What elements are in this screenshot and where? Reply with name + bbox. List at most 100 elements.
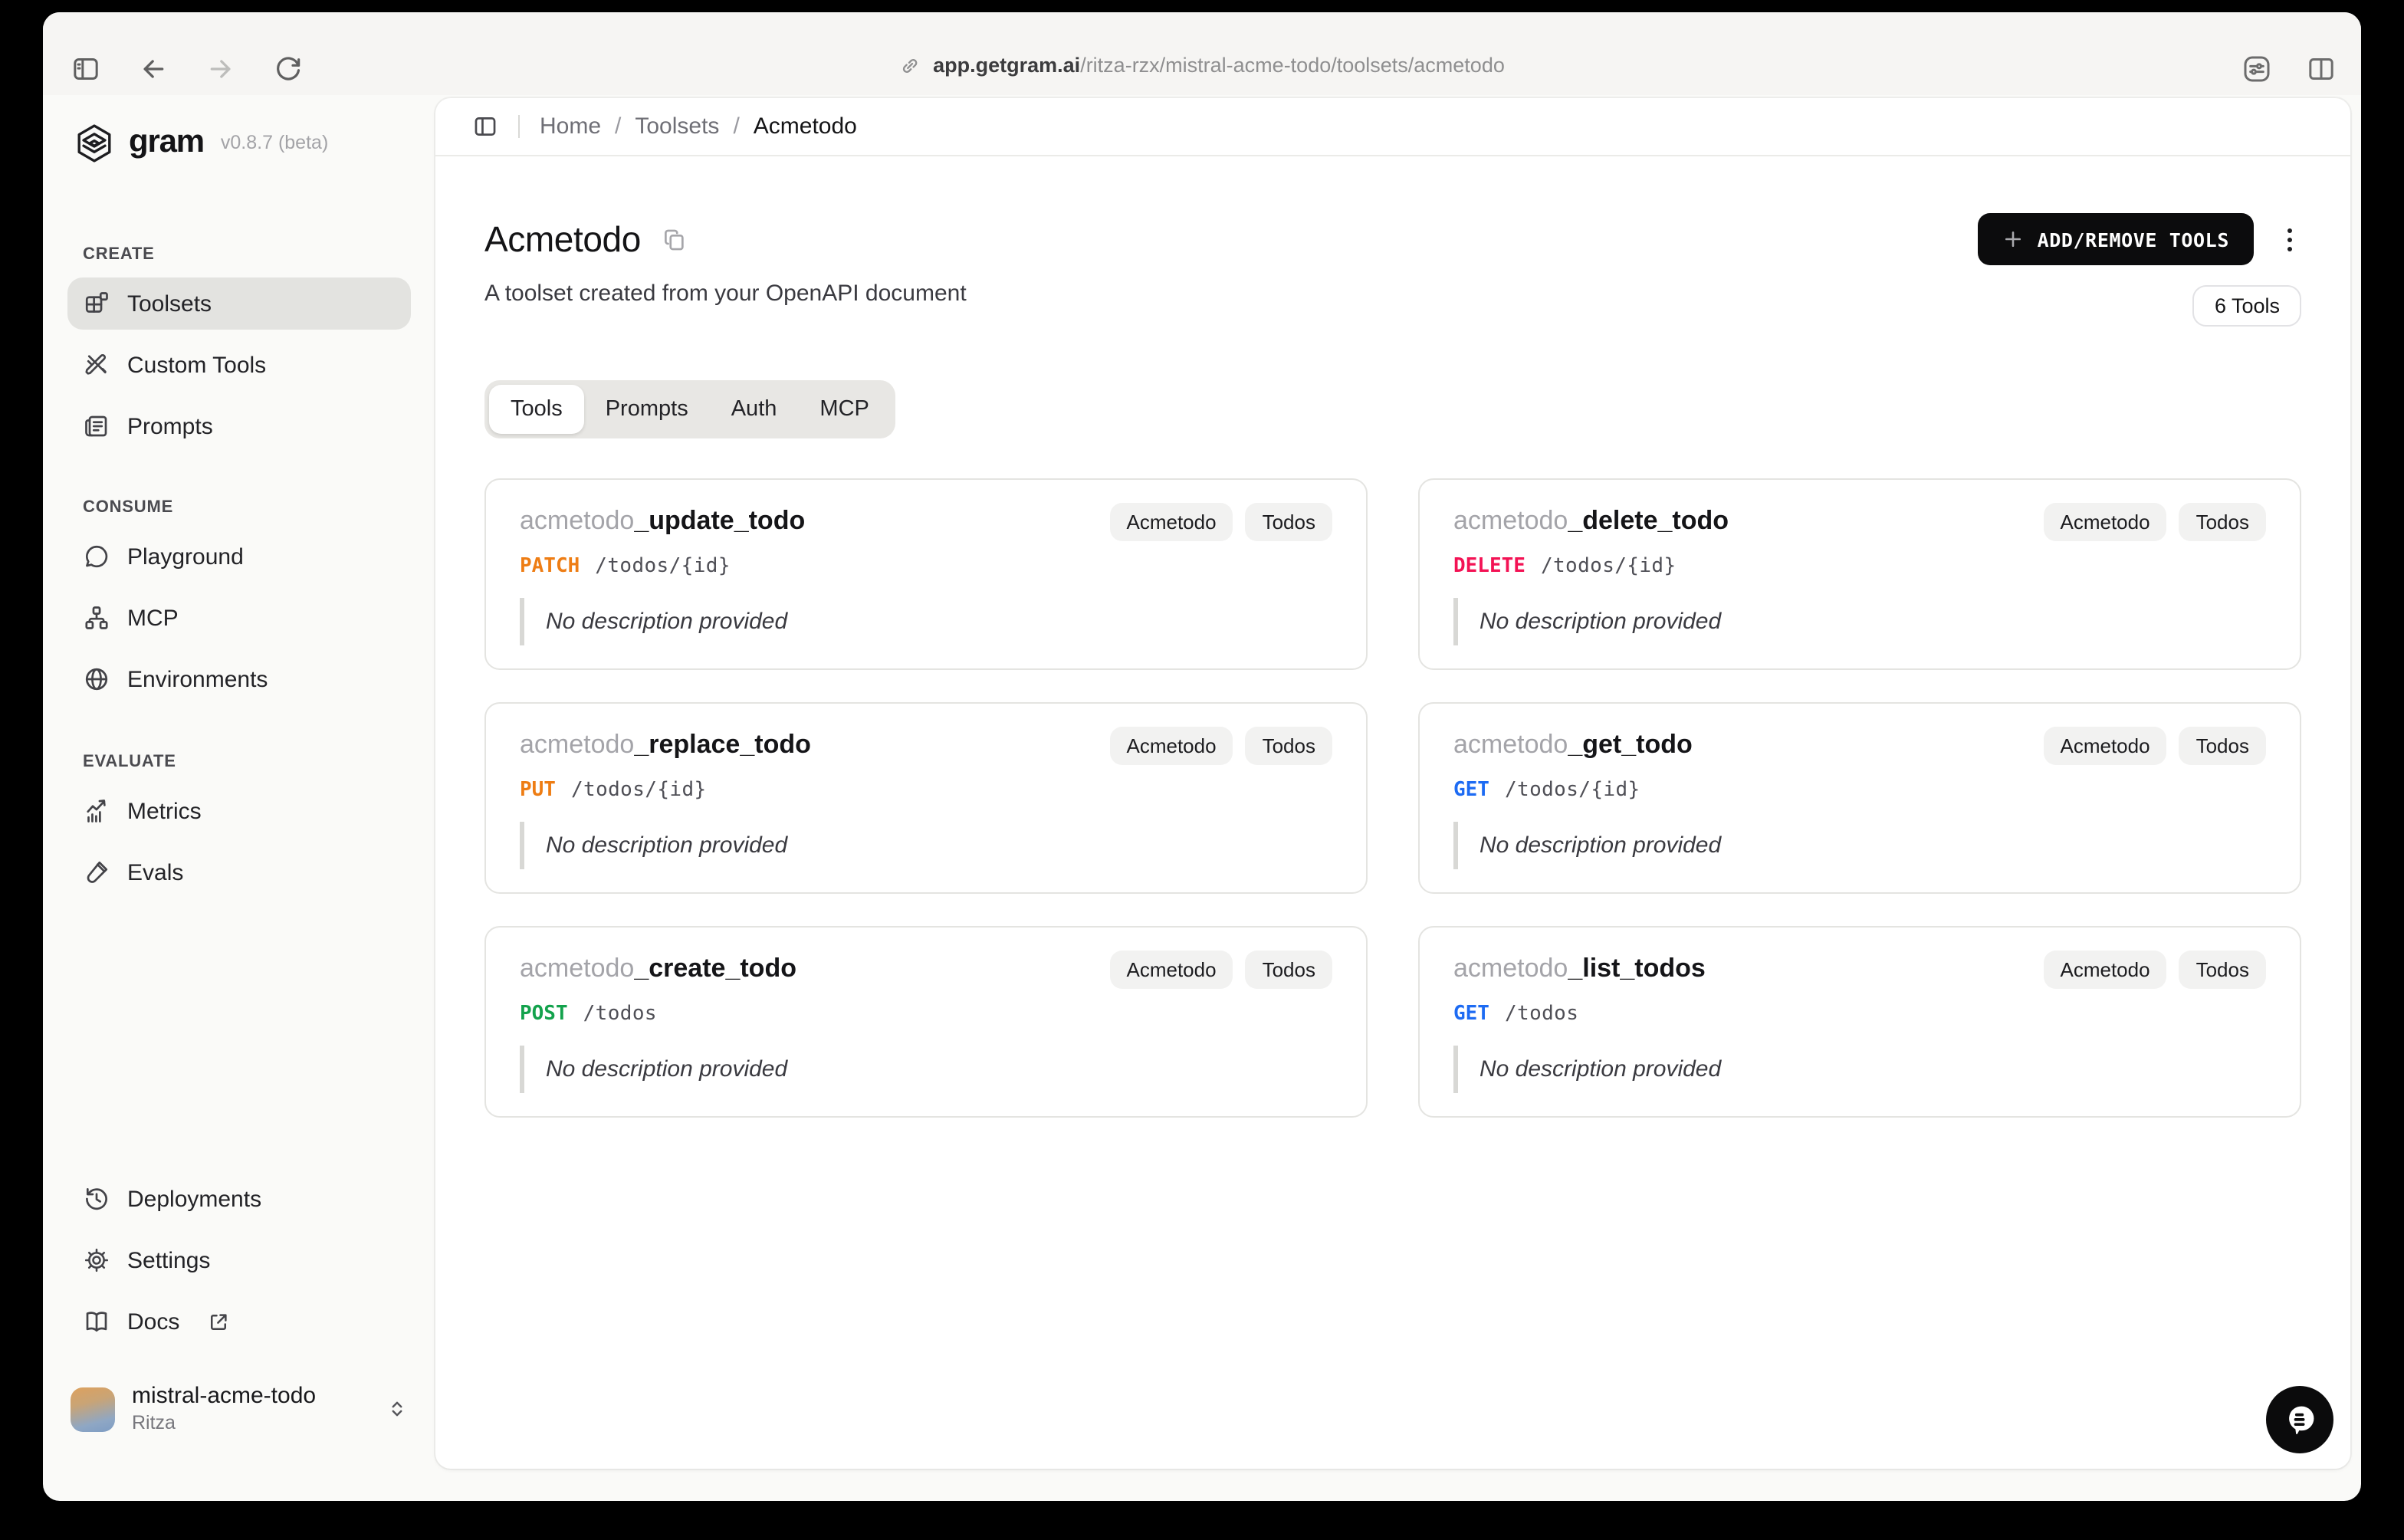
link-icon [902,57,918,73]
breadcrumb-home[interactable]: Home [540,113,601,140]
sidebar-item-docs[interactable]: Docs [67,1295,411,1348]
http-route: GET/todos [1453,1003,1579,1026]
tool-card-list-todos[interactable]: acmetodo_list_todos Acmetodo Todos GET/to… [1418,926,2301,1118]
workspace-name: mistral-acme-todo [132,1383,317,1410]
sidebar-item-deployments[interactable]: Deployments [67,1173,411,1225]
tool-card-delete-todo[interactable]: acmetodo_delete_todo Acmetodo Todos DELET… [1418,478,2301,670]
sidebar-item-metrics[interactable]: Metrics [67,785,411,837]
sidebar-item-label: Prompts [127,413,213,439]
sidebar-item-label: Toolsets [127,291,212,317]
tool-name: acmetodo_replace_todo [520,730,811,759]
tag-acmetodo[interactable]: Acmetodo [1109,951,1233,989]
sidebar-item-label: Environments [127,666,268,692]
sidebar-item-toolsets[interactable]: Toolsets [67,277,411,330]
section-label-consume: CONSUME [83,498,174,517]
tool-description: No description provided [520,598,1332,645]
sidebar-item-playground[interactable]: Playground [67,530,411,583]
metrics-chart-icon [87,800,106,823]
tab-tools[interactable]: Tools [489,385,584,434]
tag-acmetodo[interactable]: Acmetodo [2043,727,2167,765]
browser-window: app.getgram.ai/ritza-rzx/mistral-acme-to… [43,12,2361,1501]
workspace-avatar [71,1387,115,1431]
app-shell: gram v0.8.7 (beta) CREATE Toolsets Custo… [43,95,2361,1501]
tag-acmetodo[interactable]: Acmetodo [2043,503,2167,541]
sidebar-item-prompts[interactable]: Prompts [67,400,411,452]
divider [518,115,520,138]
http-route: DELETE/todos/{id} [1453,555,1677,578]
sidebar-item-label: Playground [127,543,244,570]
chevron-up-down-icon [392,1401,402,1417]
tool-name: acmetodo_list_todos [1453,954,1706,983]
page-subtitle: A toolset created from your OpenAPI docu… [484,281,967,307]
tool-description: No description provided [1453,822,2266,869]
chat-bubble-icon [2289,1406,2314,1435]
url-path: /ritza-rzx/mistral-acme-todo/toolsets/ac… [1080,54,1505,77]
tag-todos[interactable]: Todos [2179,727,2266,765]
external-link-icon [211,1313,227,1329]
back-button-icon[interactable] [138,54,169,84]
custom-tools-icon [85,353,107,375]
tools-count-badge: 6 Tools [2192,285,2301,327]
reload-button-icon[interactable] [273,54,304,84]
tab-prompts[interactable]: Prompts [584,385,710,434]
forward-button-icon[interactable] [205,54,236,84]
evals-testtube-icon [87,861,108,883]
environments-globe-icon [85,668,108,691]
tool-card-create-todo[interactable]: acmetodo_create_todo Acmetodo Todos POST /… [484,926,1368,1118]
toolsets-icon [85,292,108,313]
tool-card-replace-todo[interactable]: acmetodo_replace_todo Acmetodo Todos PUT /… [484,702,1368,894]
sidebar-item-custom-tools[interactable]: Custom Tools [67,339,411,391]
sidebar-item-environments[interactable]: Environments [67,653,411,705]
tool-name: acmetodo_create_todo [520,954,796,983]
tag-todos[interactable]: Todos [2179,951,2266,989]
breadcrumb-bar: Home / Toolsets / Acmetodo [435,98,2350,156]
split-view-icon[interactable] [2306,54,2337,84]
app-version: v0.8.7 (beta) [220,132,329,153]
collapse-sidebar-icon[interactable] [472,113,498,140]
sidebar-item-label: Docs [127,1309,180,1335]
tab-mcp[interactable]: MCP [798,385,890,434]
http-route: GET/todos/{id} [1453,779,1640,802]
tag-acmetodo[interactable]: Acmetodo [1109,503,1233,541]
breadcrumb-current: Acmetodo [753,113,857,140]
toolbar-actions: ADD/REMOVE TOOLS [1977,213,2301,265]
tag-acmetodo[interactable]: Acmetodo [2043,951,2167,989]
tag-todos[interactable]: Todos [1245,503,1332,541]
http-route: PATCH/todos/{id} [520,555,731,578]
tool-name: acmetodo_update_todo [520,506,806,535]
settings-gear-icon [84,1248,109,1272]
sidebar-item-label: MCP [127,605,179,631]
add-remove-tools-button[interactable]: ADD/REMOVE TOOLS [1977,213,2254,265]
workspace-switcher[interactable]: mistral-acme-todo Ritza [67,1375,411,1443]
page: app.getgram.ai/ritza-rzx/mistral-acme-to… [0,0,2404,1540]
tool-card-get-todo[interactable]: acmetodo_get_todo Acmetodo Todos GET/todo… [1418,702,2301,894]
gram-logo-icon [77,123,111,162]
section-label-evaluate: EVALUATE [83,753,176,771]
more-options-kebab-icon[interactable] [2277,224,2301,254]
mcp-network-icon [85,606,108,629]
breadcrumb-toolsets[interactable]: Toolsets [635,113,719,140]
browser-sidebar-toggle-icon[interactable] [71,54,101,84]
sidebar-item-label: Metrics [127,798,202,824]
page-title: Acmetodo [484,219,641,259]
copy-icon[interactable] [661,226,687,252]
tab-auth[interactable]: Auth [710,385,799,434]
section-label-create: CREATE [83,245,155,264]
tag-todos[interactable]: Todos [2179,503,2266,541]
tag-acmetodo[interactable]: Acmetodo [1109,727,1233,765]
tag-todos[interactable]: Todos [1245,727,1332,765]
http-route: PUT/todos/{id} [520,779,707,802]
sidebar-item-label: Deployments [127,1186,262,1212]
tag-todos[interactable]: Todos [1245,951,1332,989]
address-bar[interactable]: app.getgram.ai/ritza-rzx/mistral-acme-to… [899,54,1505,77]
logo[interactable]: gram v0.8.7 (beta) [67,95,411,172]
docs-book-icon [86,1312,107,1332]
tool-card-update-todo[interactable]: acmetodo_update_todo Acmetodo Todos PATCH… [484,478,1368,670]
page-settings-icon[interactable] [2241,54,2272,84]
tab-bar: Tools Prompts Auth MCP [484,380,895,438]
sidebar-footer: Deployments Settings Docs mistral-acme-t… [67,1173,411,1443]
sidebar-item-mcp[interactable]: MCP [67,592,411,644]
sidebar-item-settings[interactable]: Settings [67,1234,411,1286]
chat-support-button[interactable] [2266,1386,2333,1453]
sidebar-item-evals[interactable]: Evals [67,846,411,898]
